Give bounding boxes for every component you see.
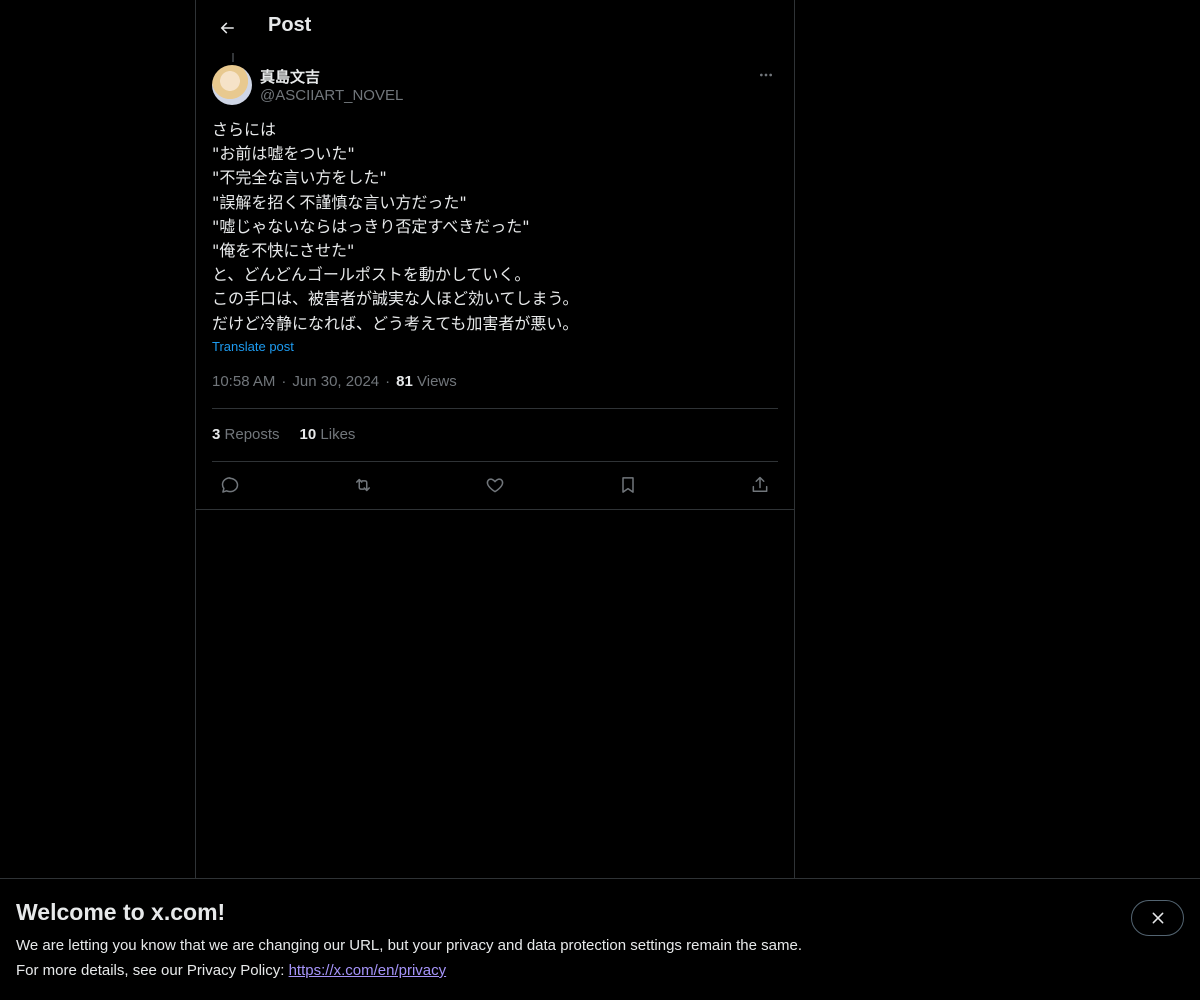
translate-post-link[interactable]: Translate post bbox=[212, 339, 294, 354]
post-header: Post bbox=[196, 0, 794, 53]
close-banner-button[interactable] bbox=[1131, 900, 1184, 936]
divider bbox=[212, 408, 778, 409]
post-bottom-border bbox=[196, 509, 794, 510]
post-time[interactable]: 10:58 AM bbox=[212, 373, 275, 390]
author-handle[interactable]: @ASCIIART_NOVEL bbox=[260, 87, 403, 104]
views-stat: 81 Views bbox=[396, 373, 457, 390]
privacy-policy-link[interactable]: https://x.com/en/privacy bbox=[289, 962, 447, 979]
author-name[interactable]: 真島文吉 bbox=[260, 66, 320, 87]
banner-message: We are letting you know that we are chan… bbox=[16, 937, 802, 954]
banner-privacy-prefix: For more details, see our Privacy Policy… bbox=[16, 962, 289, 979]
likes-count: 10 bbox=[299, 426, 317, 443]
separator-dot: · bbox=[281, 373, 287, 390]
close-icon bbox=[1152, 912, 1163, 924]
post-date[interactable]: Jun 30, 2024 bbox=[292, 373, 379, 390]
post-text: さらには "お前は嘘をついた" "不完全な言い方をした" "誤解を招く不謹慎な言… bbox=[212, 120, 579, 333]
repost-icon bbox=[355, 478, 370, 492]
primary-column: Post 真島文吉 @ASCIIART_NOVEL さらには "お前は嘘をついた… bbox=[195, 0, 795, 878]
engagement-stats: 3 Reposts 10 Likes bbox=[212, 426, 355, 443]
separator-dot: · bbox=[385, 373, 391, 390]
heart-icon bbox=[486, 478, 504, 493]
share-button[interactable] bbox=[746, 471, 774, 499]
post-metadata: 10:58 AM · Jun 30, 2024 · 81 Views bbox=[212, 373, 457, 390]
reply-button[interactable] bbox=[216, 471, 244, 499]
thread-connector-line bbox=[232, 53, 234, 62]
banner-privacy-line: For more details, see our Privacy Policy… bbox=[16, 962, 446, 979]
reposts-stat[interactable]: 3 Reposts bbox=[212, 426, 280, 443]
views-count: 81 bbox=[396, 373, 413, 390]
more-dots-icon bbox=[760, 73, 772, 77]
arrow-left-icon bbox=[220, 22, 234, 34]
back-button[interactable] bbox=[210, 11, 244, 45]
reposts-count: 3 bbox=[212, 426, 221, 443]
bookmark-button[interactable] bbox=[614, 471, 642, 499]
views-label: Views bbox=[417, 373, 457, 390]
avatar[interactable] bbox=[212, 65, 252, 105]
reposts-label: Reposts bbox=[224, 426, 280, 443]
more-options-button[interactable] bbox=[754, 65, 778, 85]
share-icon bbox=[752, 476, 768, 492]
bookmark-icon bbox=[621, 477, 634, 493]
likes-stat[interactable]: 10 Likes bbox=[300, 426, 356, 443]
reply-icon bbox=[221, 477, 239, 493]
post-actions bbox=[212, 462, 778, 508]
likes-label: Likes bbox=[320, 426, 356, 443]
page-title: Post bbox=[268, 14, 312, 36]
banner-title: Welcome to x.com! bbox=[16, 899, 226, 925]
post-author: 真島文吉 @ASCIIART_NOVEL bbox=[212, 65, 778, 107]
repost-button[interactable] bbox=[349, 471, 377, 499]
welcome-banner: Welcome to x.com! We are letting you kno… bbox=[0, 878, 1200, 1000]
like-button[interactable] bbox=[481, 471, 509, 499]
